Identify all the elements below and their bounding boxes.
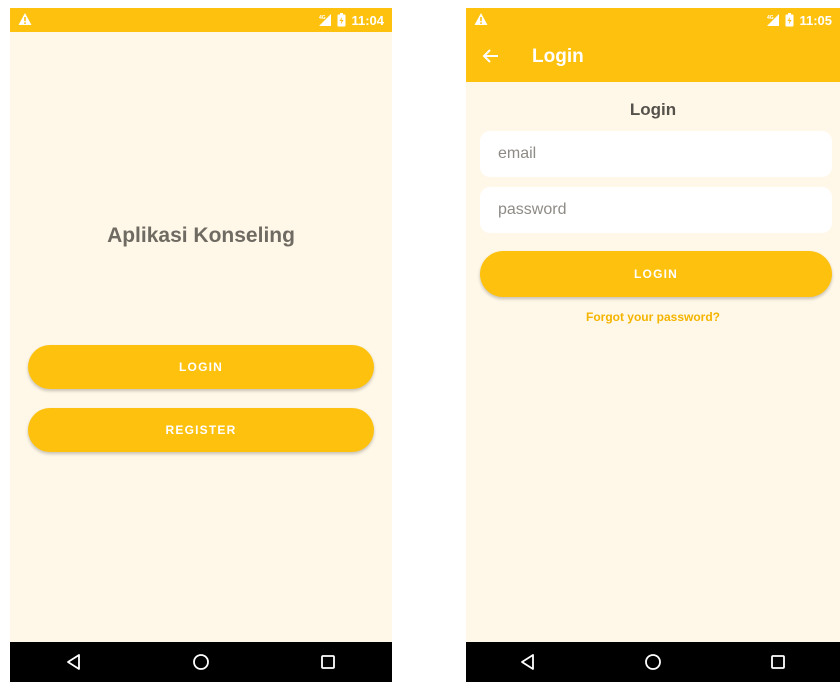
navigation-bar (466, 642, 840, 682)
toolbar: Login (466, 32, 840, 82)
toolbar-title: Login (532, 46, 584, 67)
signal-icon: 4G (319, 14, 332, 26)
signal-icon: 4G (767, 14, 780, 26)
status-time: 11:05 (799, 12, 832, 28)
warning-icon (18, 13, 32, 25)
back-arrow-icon[interactable] (480, 45, 502, 67)
password-field[interactable] (480, 187, 832, 233)
form-title: Login (629, 100, 677, 119)
login-button[interactable]: LOGIN (28, 345, 374, 389)
navigation-bar (10, 642, 392, 682)
home-screen: 4G 11:04 Aplikasi Konseling LOGIN REGIST… (10, 8, 392, 682)
battery-icon (337, 13, 346, 27)
svg-text:4G: 4G (767, 15, 774, 21)
warning-icon (474, 13, 488, 25)
login-submit-button[interactable]: LOGIN (480, 251, 832, 297)
status-bar: 4G 11:04 (10, 8, 392, 32)
battery-icon (785, 13, 794, 27)
register-button[interactable]: REGISTER (28, 408, 374, 452)
svg-text:4G: 4G (319, 15, 326, 21)
email-field[interactable] (480, 131, 832, 177)
status-time: 11:04 (351, 12, 384, 28)
login-screen: 4G 11:05 Login Login LOGIN Forgot your p… (466, 8, 840, 682)
app-title: Aplikasi Konseling (107, 224, 295, 247)
nav-back-icon[interactable] (518, 652, 538, 672)
nav-recents-icon[interactable] (768, 652, 788, 672)
nav-home-icon[interactable] (191, 652, 211, 672)
forgot-password-link[interactable]: Forgot your password? (466, 310, 840, 324)
nav-back-icon[interactable] (64, 652, 84, 672)
nav-home-icon[interactable] (643, 652, 663, 672)
nav-recents-icon[interactable] (318, 652, 338, 672)
status-bar: 4G 11:05 (466, 8, 840, 32)
